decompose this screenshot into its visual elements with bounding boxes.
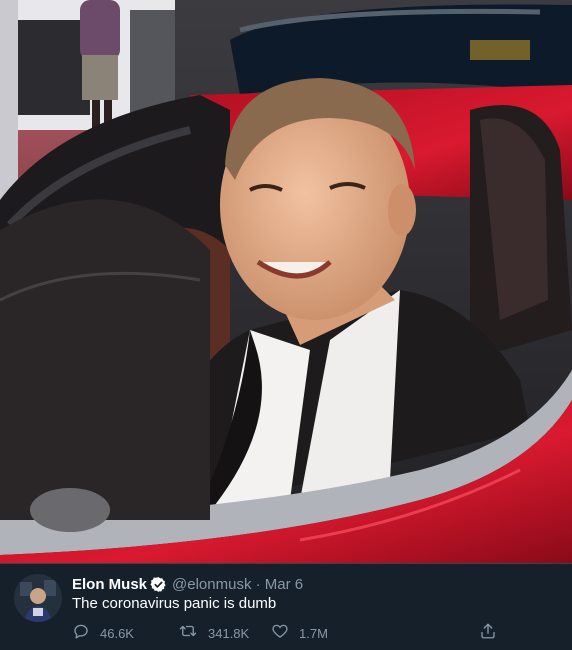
tweet-actions: 46.6K 341.8K 1.7M [72, 622, 512, 644]
verified-badge-icon [150, 576, 167, 593]
like-button[interactable]: 1.7M [271, 622, 328, 644]
tweet-photo[interactable] [0, 0, 572, 563]
author-handle-date[interactable]: @elonmusk · Mar 6 [172, 576, 303, 593]
tweet-text: The coronavirus panic is dumb [72, 595, 277, 612]
share-upload-icon [479, 622, 497, 645]
reply-button[interactable]: 46.6K [72, 622, 134, 644]
share-button[interactable] [479, 622, 497, 644]
retweet-button[interactable]: 341.8K [178, 622, 249, 644]
tweet-header: Elon Musk @elonmusk · Mar 6 [72, 574, 303, 594]
heart-outline-icon [271, 622, 289, 645]
speech-bubble-icon [72, 622, 90, 645]
retweet-arrows-icon [178, 622, 198, 645]
reply-count: 46.6K [100, 625, 134, 641]
avatar[interactable] [14, 574, 62, 622]
like-count: 1.7M [299, 625, 328, 641]
tweet-card[interactable]: Elon Musk @elonmusk · Mar 6 The coronavi… [0, 564, 572, 650]
author-name[interactable]: Elon Musk [72, 576, 147, 593]
retweet-count: 341.8K [208, 625, 250, 641]
